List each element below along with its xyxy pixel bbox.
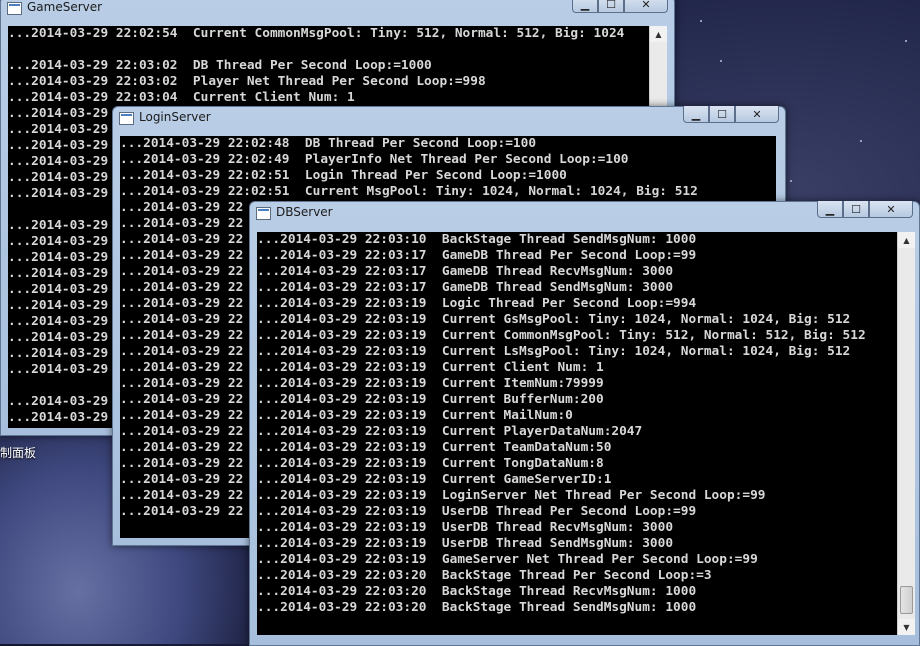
desktop-icon-label[interactable]: 制面板 (0, 444, 36, 461)
console-line: ...2014-03-29 22:03:19 LoginServer Net T… (257, 488, 766, 503)
scroll-up-arrow-icon[interactable]: ▲ (650, 26, 667, 42)
gameserver-titlebar[interactable]: GameServer ▁ ☐ ✕ (1, 0, 674, 19)
console-line: ...2014-03-29 22:03:19 Current GameServe… (257, 472, 612, 487)
console-line: ...2014-03-29 22:03:19 Current TongDataN… (257, 456, 604, 471)
console-line: ...2014-03-29 22:03:20 BackStage Thread … (257, 584, 697, 599)
dbserver-window[interactable]: DBServer ▁ ☐ ✕ ...2014-03-29 22:03:10 Ba… (249, 201, 920, 646)
console-app-icon (119, 112, 134, 125)
console-line: ...2014-03-29 22:03:19 UserDB Thread Rec… (257, 520, 674, 535)
vertical-scrollbar[interactable]: ▲ ▼ (897, 232, 915, 635)
console-line: ...2014-03-29 22:03:19 Current GsMsgPool… (257, 312, 851, 327)
star (790, 180, 792, 182)
console-app-icon (256, 207, 271, 220)
console-line: ...2014-03-29 22:03:19 Logic Thread Per … (257, 296, 697, 311)
window-title: GameServer (27, 0, 103, 14)
console-line: ...2014-03-29 22:02:49 PlayerInfo Net Th… (120, 152, 629, 167)
console-line: ...2014-03-29 22:03:17 GameDB Thread Sen… (257, 280, 674, 295)
minimize-button[interactable]: ▁ (817, 201, 843, 218)
console-line: ...2014-03-29 22:02:51 Current MsgPool: … (120, 184, 698, 199)
star (905, 40, 907, 42)
console-line: ...2014-03-29 22:03:20 BackStage Thread … (257, 600, 697, 615)
maximize-button[interactable]: ☐ (598, 0, 624, 13)
console-line: ...2014-03-29 22:03:19 Current LsMsgPool… (257, 344, 851, 359)
console-line: ...2014-03-29 22:03:19 UserDB Thread Per… (257, 504, 697, 519)
console-line: ...2014-03-29 22:03:19 Current CommonMsg… (257, 328, 866, 343)
dbserver-titlebar[interactable]: DBServer ▁ ☐ ✕ (250, 201, 919, 224)
console-line: ...2014-03-29 22:03:19 Current MailNum:0 (257, 408, 573, 423)
console-line: ...2014-03-29 22:03:04 Current Client Nu… (8, 90, 355, 105)
star (720, 60, 722, 62)
minimize-button[interactable]: ▁ (683, 106, 709, 123)
console-line: ...2014-03-29 22:03:19 Current TeamDataN… (257, 440, 612, 455)
console-app-icon (7, 2, 22, 15)
scroll-down-arrow-icon[interactable]: ▼ (898, 619, 915, 635)
console-line: ...2014-03-29 22:03:19 GameServer Net Th… (257, 552, 758, 567)
console-line: ...2014-03-29 22:03:17 GameDB Thread Rec… (257, 264, 674, 279)
close-button[interactable]: ✕ (869, 201, 913, 218)
console-line: ...2014-03-29 22:03:20 BackStage Thread … (257, 568, 712, 583)
window-title: LoginServer (139, 110, 211, 124)
close-button[interactable]: ✕ (735, 106, 779, 123)
console-line: ...2014-03-29 22:03:02 DB Thread Per Sec… (8, 58, 432, 73)
console-line: ...2014-03-29 22:03:02 Player Net Thread… (8, 74, 486, 89)
maximize-button[interactable]: ☐ (843, 201, 869, 218)
console-line: ...2014-03-29 22:03:10 BackStage Thread … (257, 232, 697, 247)
console-line: ...2014-03-29 22:03:19 Current Client Nu… (257, 360, 604, 375)
console-line: ...2014-03-29 22:03:17 GameDB Thread Per… (257, 248, 697, 263)
console-line: ...2014-03-29 22:03:19 Current ItemNum:7… (257, 376, 604, 391)
console-line: ...2014-03-29 22:02:54 Current CommonMsg… (8, 26, 625, 41)
console-line: ...2014-03-29 22:03:19 Current BufferNum… (257, 392, 604, 407)
console-output[interactable]: ...2014-03-29 22:03:10 BackStage Thread … (257, 232, 897, 635)
maximize-button[interactable]: ☐ (709, 106, 735, 123)
console-line: ...2014-03-29 22:02:48 DB Thread Per Sec… (120, 136, 537, 151)
scrollbar-thumb[interactable] (900, 586, 913, 614)
star (860, 140, 862, 142)
console-line: ...2014-03-29 22:03:19 Current PlayerDat… (257, 424, 643, 439)
star (700, 20, 702, 22)
loginserver-titlebar[interactable]: LoginServer ▁ ☐ ✕ (113, 106, 785, 129)
window-title: DBServer (276, 205, 333, 219)
console-line: ...2014-03-29 22:02:51 Login Thread Per … (120, 168, 567, 183)
close-button[interactable]: ✕ (624, 0, 668, 13)
minimize-button[interactable]: ▁ (572, 0, 598, 13)
scroll-up-arrow-icon[interactable]: ▲ (898, 232, 915, 248)
console-line: ...2014-03-29 22:03:19 UserDB Thread Sen… (257, 536, 674, 551)
